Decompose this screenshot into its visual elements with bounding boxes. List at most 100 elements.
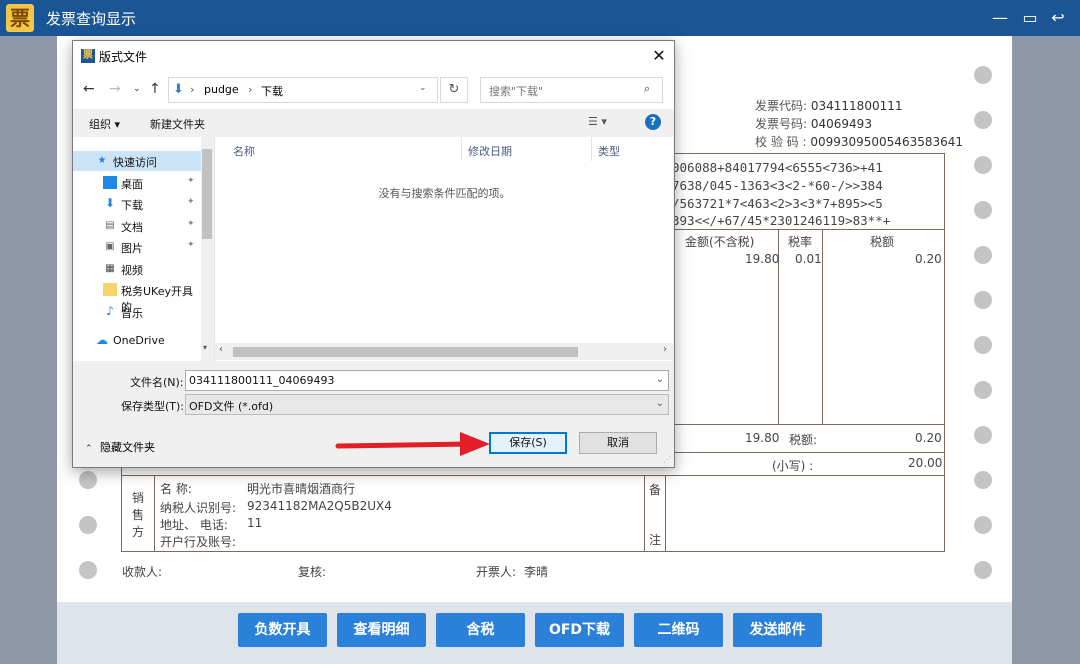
- folder-icon: [103, 283, 117, 296]
- punch-hole: [79, 471, 97, 489]
- column-header-type[interactable]: 类型: [598, 143, 620, 159]
- close-icon[interactable]: ✕: [648, 45, 670, 67]
- table-border: [660, 452, 945, 453]
- total-amount: 19.80: [745, 431, 780, 445]
- horizontal-scrollbar[interactable]: ‹ ›: [215, 343, 674, 360]
- breadcrumb-item[interactable]: 下载: [261, 83, 283, 99]
- punch-hole: [974, 336, 992, 354]
- scroll-right-icon[interactable]: ›: [663, 344, 667, 355]
- send-email-button[interactable]: 发送邮件: [733, 613, 822, 647]
- save-dialog: 票 版式文件 ✕ ← → ⌄ ↑ ⬇ › pudge › 下载 ⌄ ↻ 搜索"下…: [72, 40, 675, 468]
- remark-label: 注: [649, 533, 662, 547]
- nav-item-music[interactable]: ♪ 音乐: [73, 302, 201, 322]
- new-folder-button[interactable]: 新建文件夹: [150, 116, 205, 132]
- dialog-title-bar: 票 版式文件 ✕: [73, 41, 674, 71]
- tax-header: 税额: [870, 235, 895, 249]
- nav-item-downloads[interactable]: ⬇ 下载 ✦: [73, 194, 201, 214]
- star-icon: ★: [97, 155, 107, 166]
- recent-dropdown-icon[interactable]: ⌄: [133, 84, 141, 94]
- pin-icon: ✦: [187, 197, 195, 207]
- up-arrow-icon[interactable]: ↑: [149, 81, 161, 97]
- arrow-head: [460, 432, 490, 456]
- column-header-modified[interactable]: 修改日期: [468, 143, 512, 159]
- punch-hole: [974, 561, 992, 579]
- filename-input[interactable]: 034111800111_04069493 ⌄: [185, 370, 669, 391]
- navigation-bar: ← → ⌄ ↑ ⬇ › pudge › 下载 ⌄ ↻ 搜索"下载" ⌕: [73, 71, 674, 109]
- nav-item-documents[interactable]: ▤ 文档 ✦: [73, 216, 201, 236]
- scroll-left-icon[interactable]: ‹: [219, 344, 223, 355]
- scrollbar-thumb[interactable]: [202, 149, 212, 239]
- punch-hole: [974, 291, 992, 309]
- nav-item-pictures[interactable]: ▣ 图片 ✦: [73, 237, 201, 257]
- tax-value: 0.20: [915, 252, 942, 266]
- filetype-select[interactable]: OFD文件 (*.ofd) ⌄: [185, 394, 669, 415]
- hide-folders-toggle[interactable]: ⌃ 隐藏文件夹: [85, 439, 155, 455]
- qr-code-button[interactable]: 二维码: [634, 613, 723, 647]
- view-options-icon[interactable]: ☰ ▾: [588, 115, 607, 128]
- save-button[interactable]: 保存(S): [489, 432, 567, 454]
- command-bar: 组织 ▾ 新建文件夹 ☰ ▾ ?: [73, 109, 674, 137]
- address-bar[interactable]: ⬇ › pudge › 下载 ⌄: [168, 77, 438, 103]
- table-border: [660, 153, 945, 154]
- left-margin: [0, 36, 57, 664]
- pin-icon: ✦: [187, 176, 195, 186]
- seller-addr: 11: [247, 516, 263, 530]
- table-border: [822, 229, 823, 425]
- back-arrow-icon[interactable]: ←: [83, 81, 95, 97]
- chevron-down-icon[interactable]: ⌄: [656, 374, 664, 385]
- column-divider[interactable]: [461, 137, 462, 161]
- punch-hole: [79, 561, 97, 579]
- nav-item-videos[interactable]: ▦ 视频: [73, 259, 201, 279]
- seller-section-label: 方: [132, 525, 145, 539]
- column-header-name[interactable]: 名称: [233, 143, 255, 159]
- punch-hole: [974, 246, 992, 264]
- organize-menu[interactable]: 组织 ▾: [89, 116, 120, 132]
- cancel-button[interactable]: 取消: [579, 432, 657, 454]
- nav-item-ukey-folder[interactable]: 税务UKey开具的: [73, 280, 201, 314]
- seller-bank-label: 开户行及账号:: [160, 535, 237, 549]
- seller-name: 明光市喜晴烟酒商行: [247, 482, 356, 496]
- forward-arrow-icon[interactable]: →: [109, 81, 121, 97]
- tax-rate-header: 税率: [788, 235, 813, 249]
- view-details-button[interactable]: 查看明细: [337, 613, 426, 647]
- invoice-code: 发票代码: 034111800111: [755, 99, 903, 113]
- minimize-button[interactable]: —: [988, 6, 1012, 30]
- scrollbar-thumb[interactable]: [233, 347, 578, 357]
- reviewer-label: 复核:: [298, 565, 327, 579]
- music-icon: ♪: [106, 304, 114, 318]
- negative-invoice-button[interactable]: 负数开具: [238, 613, 327, 647]
- password-line: 7638/045-1363<3<2-*60-/>>384: [672, 178, 883, 193]
- ofd-download-button[interactable]: OFD下载: [535, 613, 624, 647]
- column-divider[interactable]: [591, 137, 592, 161]
- nav-item-onedrive[interactable]: ☁ OneDrive: [73, 331, 201, 351]
- help-icon[interactable]: ?: [645, 114, 661, 130]
- maximize-button[interactable]: ▭: [1018, 6, 1042, 30]
- red-arrow-annotation: [335, 432, 490, 456]
- title-bar: 票 发票查询显示 — ▭ ↩: [0, 0, 1080, 36]
- tax-included-button[interactable]: 含税: [436, 613, 525, 647]
- vertical-scrollbar[interactable]: ▾: [201, 137, 213, 361]
- right-margin: [1012, 36, 1080, 664]
- dialog-title: 版式文件: [99, 50, 148, 64]
- refresh-icon[interactable]: ↻: [440, 77, 468, 103]
- search-input[interactable]: 搜索"下载" ⌕: [480, 77, 663, 103]
- empty-message: 没有与搜索条件匹配的项。: [378, 187, 511, 200]
- table-border: [660, 229, 945, 230]
- table-border: [121, 466, 122, 552]
- resize-grip[interactable]: ⋰: [663, 455, 671, 464]
- back-button[interactable]: ↩: [1046, 6, 1070, 30]
- table-border: [665, 475, 666, 552]
- nav-item-desktop[interactable]: 桌面 ✦: [73, 173, 201, 193]
- app-icon: 票: [81, 49, 95, 63]
- table-border: [121, 551, 945, 552]
- seller-name-label: 名 称:: [160, 482, 192, 496]
- payee-label: 收款人:: [122, 565, 163, 579]
- breadcrumb-item[interactable]: pudge: [204, 83, 239, 96]
- chevron-down-icon: ⌄: [655, 398, 664, 409]
- scroll-down-icon[interactable]: ▾: [203, 343, 207, 352]
- nav-item-quick-access[interactable]: ★ 快速访问: [73, 151, 201, 171]
- chevron-down-icon[interactable]: ⌄: [419, 83, 427, 93]
- table-border: [154, 475, 155, 552]
- app-logo-icon: 票: [6, 4, 34, 32]
- table-border: [660, 424, 945, 425]
